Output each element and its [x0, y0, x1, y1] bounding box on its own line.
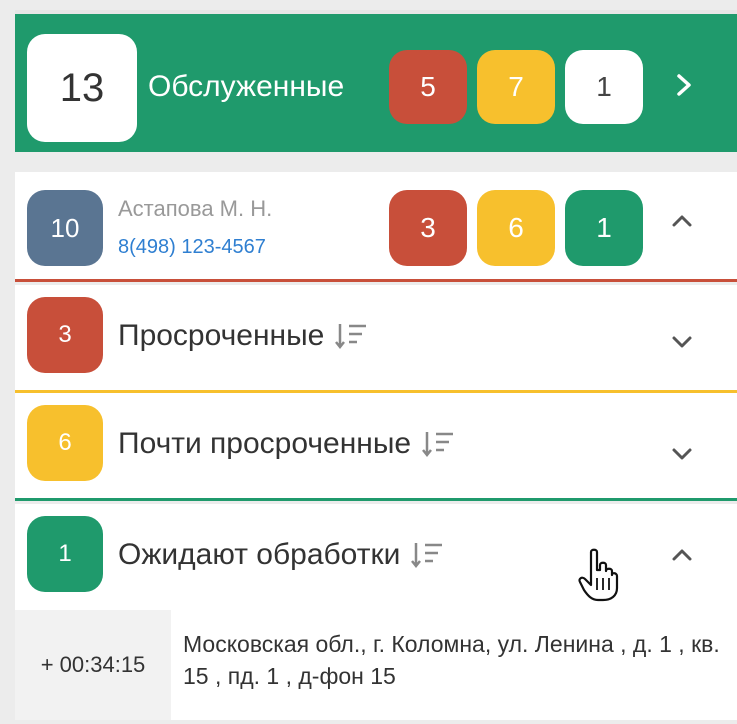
section-almost-overdue[interactable]: 6 Почти просроченные — [15, 393, 737, 501]
chevron-down-icon[interactable] — [667, 327, 697, 357]
section-overdue[interactable]: 3 Просроченные — [15, 285, 737, 393]
overdue-count-badge: 5 — [389, 50, 467, 124]
section-overdue-label-group: Просроченные — [118, 319, 368, 353]
chevron-down-icon[interactable] — [667, 439, 697, 469]
section-pending-label: Ожидают обработки — [118, 538, 401, 571]
section-almost-overdue-label-group: Почти просроченные — [118, 427, 455, 461]
almost-overdue-count-badge: 7 — [477, 50, 555, 124]
section-pending[interactable]: 1 Ожидают обработки — [15, 504, 737, 610]
section-almost-overdue-label: Почти просроченные — [118, 427, 412, 460]
section-pending-count: 1 — [27, 516, 103, 592]
section-overdue-count: 3 — [27, 297, 103, 373]
chevron-up-icon[interactable] — [667, 540, 697, 570]
section-pending-label-group: Ожидают обработки — [118, 538, 444, 572]
sort-icon[interactable] — [410, 540, 444, 570]
operator-name: Астапова М. Н. — [118, 196, 273, 221]
pending-count-badge: 1 — [565, 50, 643, 124]
request-row[interactable]: + 00:34:15 Московская обл., г. Коломна, … — [15, 610, 737, 720]
sort-icon[interactable] — [421, 429, 455, 459]
chevron-up-icon[interactable] — [667, 206, 697, 236]
served-total-count: 13 — [27, 34, 137, 142]
hand-pointer-cursor-icon — [578, 548, 619, 602]
section-overdue-label: Просроченные — [118, 319, 325, 352]
operator-pending-badge: 1 — [565, 190, 643, 266]
operator-overdue-badge: 3 — [389, 190, 467, 266]
served-title: Обслуженные — [148, 70, 345, 103]
chevron-right-icon[interactable] — [669, 70, 699, 100]
operator-total-badge: 10 — [27, 190, 103, 266]
operator-phone-link[interactable]: 8(498) 123-4567 — [118, 236, 266, 259]
request-address: Московская обл., г. Коломна, ул. Ленина … — [183, 631, 720, 689]
operator-row[interactable]: 10 Астапова М. Н. 8(498) 123-4567 3 6 1 — [15, 172, 737, 282]
sort-icon[interactable] — [334, 321, 368, 351]
section-almost-overdue-count: 6 — [27, 405, 103, 481]
operator-almost-overdue-badge: 6 — [477, 190, 555, 266]
served-header[interactable]: 13 Обслуженные 5 7 1 — [15, 10, 737, 152]
request-timer: + 00:34:15 — [15, 610, 171, 720]
